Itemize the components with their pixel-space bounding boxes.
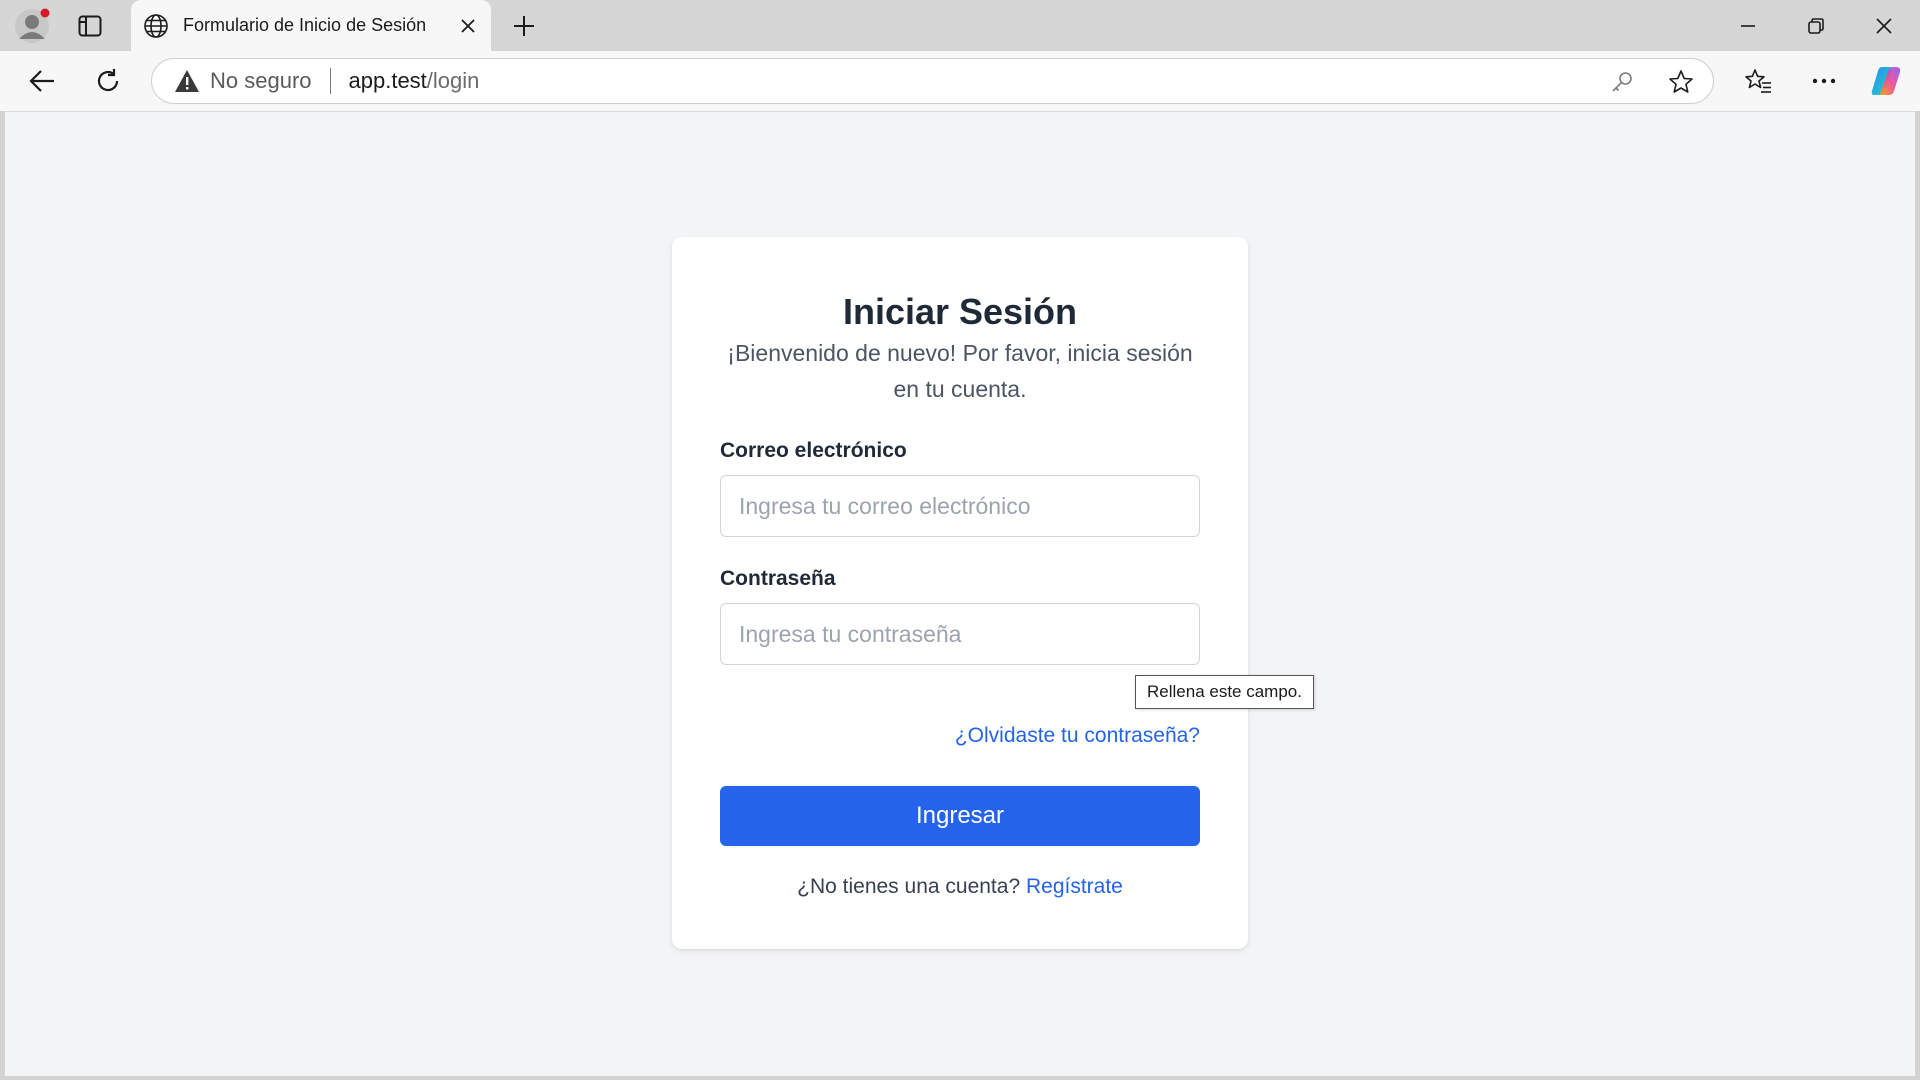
submit-button[interactable]: Ingresar — [720, 786, 1200, 846]
email-label: Correo electrónico — [720, 439, 907, 462]
page-viewport: Iniciar Sesión ¡Bienvenido de nuevo! Por… — [5, 111, 1915, 1076]
minimize-icon[interactable] — [1714, 0, 1782, 51]
tab-actions-icon[interactable] — [72, 10, 108, 42]
refresh-icon[interactable] — [90, 63, 126, 99]
divider — [329, 68, 331, 94]
star-icon[interactable] — [1665, 66, 1697, 98]
warning-icon[interactable] — [174, 68, 200, 94]
copilot-icon[interactable] — [1868, 63, 1904, 99]
welcome-subtitle: ¡Bienvenido de nuevo! Por favor, inicia … — [727, 340, 1193, 402]
signup-link[interactable]: Regístrate — [1026, 875, 1123, 898]
password-label: Contraseña — [720, 567, 836, 590]
active-tab[interactable]: Formulario de Inicio de Sesión — [131, 0, 491, 51]
page-title: Iniciar Sesión — [842, 291, 1078, 332]
plus-icon[interactable] — [508, 10, 540, 42]
tab-bar: Formulario de Inicio de Sesión — [0, 0, 1920, 51]
more-icon[interactable] — [1806, 63, 1842, 99]
restore-icon[interactable] — [1782, 0, 1850, 51]
globe-icon — [143, 13, 169, 39]
signup-row: ¿No tienes una cuenta? Regístrate — [672, 875, 1248, 899]
url-path: /login — [426, 68, 480, 93]
login-card: Iniciar Sesión ¡Bienvenido de nuevo! Por… — [672, 237, 1248, 949]
tab-title: Formulario de Inicio de Sesión — [183, 15, 427, 35]
email-field[interactable] — [720, 475, 1200, 537]
close-icon[interactable] — [457, 15, 479, 37]
forgot-password-link[interactable]: ¿Olvidaste tu contraseña? — [955, 724, 1200, 748]
signup-prompt: ¿No tienes una cuenta? — [797, 875, 1021, 898]
url-host: app.test — [348, 68, 427, 93]
back-icon[interactable] — [24, 63, 60, 99]
password-field[interactable] — [720, 603, 1200, 665]
key-icon[interactable] — [1606, 66, 1638, 98]
validation-tooltip: Rellena este campo. — [1135, 675, 1314, 709]
favorites-icon[interactable] — [1740, 63, 1776, 99]
profile-icon[interactable] — [14, 8, 50, 44]
window-close-icon[interactable] — [1850, 0, 1918, 51]
security-label[interactable]: No seguro — [210, 68, 312, 94]
address-bar[interactable]: No seguro app.test/login — [151, 58, 1714, 104]
browser-toolbar: No seguro app.test/login — [0, 51, 1920, 111]
